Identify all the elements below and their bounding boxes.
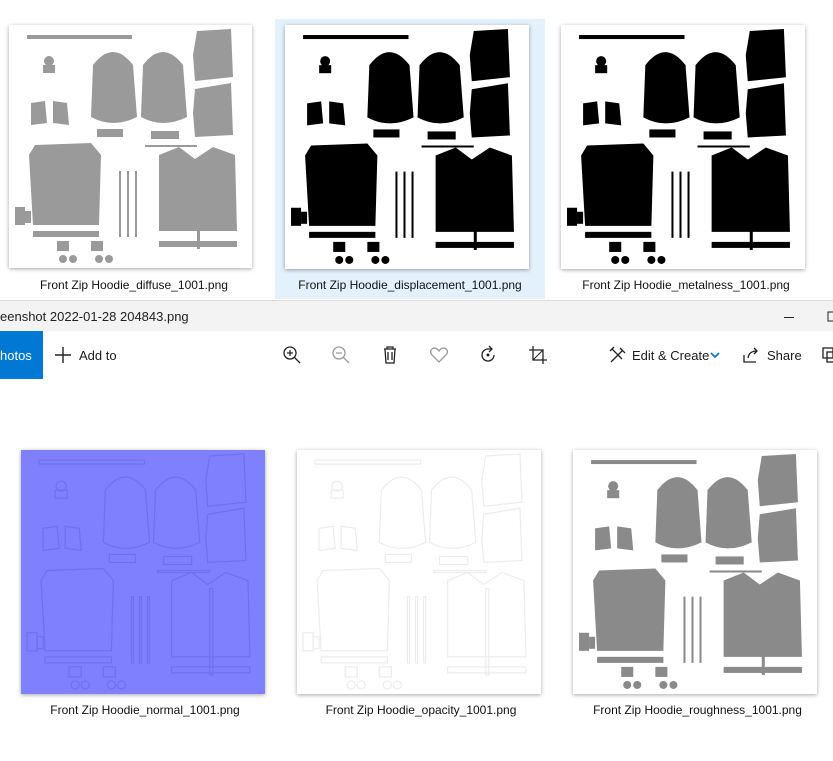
- zoom-in-icon[interactable]: [280, 343, 304, 367]
- delete-icon[interactable]: [378, 343, 402, 367]
- share-icon: [743, 347, 758, 363]
- uv-map-gray-thumbnail[interactable]: [573, 450, 817, 694]
- more-icon[interactable]: [820, 343, 833, 367]
- file-item[interactable]: Front Zip Hoodie_opacity_1001.png: [285, 440, 555, 730]
- maximize-icon: [827, 311, 833, 322]
- photos-tab[interactable]: hotos: [0, 331, 43, 379]
- edit-create-icon: [609, 346, 626, 363]
- file-name: Front Zip Hoodie_displacement_1001.png: [298, 278, 522, 292]
- file-item[interactable]: Front Zip Hoodie_normal_1001.png: [0, 440, 285, 730]
- file-name: Front Zip Hoodie_normal_1001.png: [50, 703, 240, 717]
- minimize-button[interactable]: [778, 307, 800, 327]
- plus-icon: [55, 347, 71, 363]
- file-name: Front Zip Hoodie_metalness_1001.png: [582, 278, 790, 292]
- normal-map-thumbnail[interactable]: [21, 450, 265, 694]
- rotate-icon[interactable]: [476, 343, 500, 367]
- file-item[interactable]: Front Zip Hoodie_displacement_1001.png: [275, 0, 545, 300]
- toolbar: hotos Add to Edit & Create Share: [0, 331, 833, 379]
- title-bar: eenshot 2022-01-28 204843.png: [0, 300, 833, 332]
- heart-icon[interactable]: [427, 343, 451, 367]
- file-item[interactable]: Front Zip Hoodie_metalness_1001.png: [552, 0, 822, 300]
- window-title: eenshot 2022-01-28 204843.png: [0, 309, 189, 324]
- file-item[interactable]: Front Zip Hoodie_diffuse_1001.png: [0, 0, 270, 300]
- uv-map-gray-thumbnail[interactable]: [9, 25, 252, 268]
- uv-map-black-thumbnail[interactable]: [285, 25, 529, 269]
- file-name: Front Zip Hoodie_opacity_1001.png: [325, 703, 517, 717]
- chevron-down-icon: [710, 352, 720, 359]
- file-item[interactable]: Front Zip Hoodie_roughness_1001.png: [562, 440, 833, 730]
- uv-map-black-thumbnail[interactable]: [561, 25, 805, 269]
- crop-icon[interactable]: [526, 343, 550, 367]
- zoom-out-icon[interactable]: [329, 343, 353, 367]
- edit-create-button[interactable]: Edit & Create: [606, 331, 724, 379]
- add-to-button[interactable]: Add to: [52, 331, 132, 379]
- file-name: Front Zip Hoodie_roughness_1001.png: [593, 703, 802, 717]
- share-button[interactable]: Share: [740, 331, 810, 379]
- file-name: Front Zip Hoodie_diffuse_1001.png: [40, 278, 228, 292]
- opacity-map-thumbnail[interactable]: [297, 450, 541, 694]
- maximize-button[interactable]: [822, 307, 833, 327]
- minimize-icon: [784, 317, 794, 318]
